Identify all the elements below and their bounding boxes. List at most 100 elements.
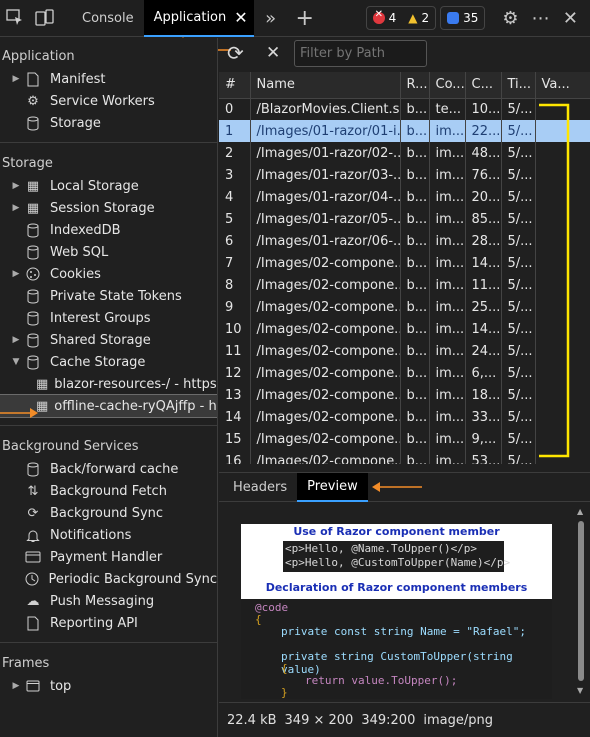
tab-application[interactable]: Application ✕ bbox=[143, 0, 254, 37]
row-content-length: 18... bbox=[465, 384, 502, 406]
row-content-type: im... bbox=[429, 230, 466, 252]
row-content-length: 22... bbox=[465, 120, 502, 142]
device-toolbar-icon[interactable] bbox=[30, 0, 60, 37]
warning-icon: ▲ bbox=[408, 11, 418, 25]
tab-headers[interactable]: Headers bbox=[223, 473, 297, 502]
add-tab-icon[interactable]: + bbox=[288, 0, 322, 37]
warning-count-badge: ▲ 2 bbox=[402, 9, 435, 27]
sidebar-item-local-storage[interactable]: ▶ ▦ Local Storage bbox=[0, 175, 217, 197]
row-time-cached: 5/... bbox=[501, 340, 536, 362]
sidebar-item-label: Storage bbox=[50, 115, 101, 131]
sidebar-item-indexeddb[interactable]: IndexedDB bbox=[0, 219, 217, 241]
row-response-type: b... bbox=[400, 208, 430, 230]
row-time-cached: 5/... bbox=[501, 428, 536, 450]
tab-preview[interactable]: Preview bbox=[297, 472, 368, 502]
more-options-icon[interactable]: ⋯ bbox=[525, 0, 555, 37]
sidebar-item-session-storage[interactable]: ▶ ▦ Session Storage bbox=[0, 197, 217, 219]
messages-badge[interactable]: 35 bbox=[440, 6, 486, 30]
preview-code-open-brace-2: { bbox=[281, 662, 288, 675]
sidebar-item-interest-groups[interactable]: Interest Groups bbox=[0, 307, 217, 329]
row-name: /Images/02-compone... bbox=[250, 274, 401, 296]
sidebar-item-payment-handler[interactable]: Payment Handler bbox=[0, 546, 217, 568]
row-index: 0 bbox=[219, 98, 251, 120]
row-index: 8 bbox=[219, 274, 251, 296]
sidebar-item-cache-storage[interactable]: ▼ Cache Storage bbox=[0, 351, 217, 373]
close-tab-icon[interactable]: ✕ bbox=[234, 8, 247, 27]
sidebar-item-private-state-tokens[interactable]: Private State Tokens bbox=[0, 285, 217, 307]
column-header-index[interactable]: # bbox=[219, 72, 251, 99]
expand-arrow-icon[interactable]: ▶ bbox=[10, 181, 22, 191]
sidebar-item-storage[interactable]: Storage bbox=[0, 112, 217, 134]
expand-arrow-icon[interactable]: ▶ bbox=[10, 681, 22, 691]
sidebar-item-service-workers[interactable]: ⚙ Service Workers bbox=[0, 90, 217, 112]
preview-heading-2: Declaration of Razor component members bbox=[265, 581, 528, 594]
column-header-vary[interactable]: Va... bbox=[535, 72, 590, 99]
column-header-content-type[interactable]: Co... bbox=[429, 72, 466, 99]
row-index: 4 bbox=[219, 186, 251, 208]
row-index: 9 bbox=[219, 296, 251, 318]
gear-icon: ⚙ bbox=[27, 93, 39, 109]
row-time-cached: 5/... bbox=[501, 98, 536, 120]
preview-scrollbar[interactable]: ▲ ▼ bbox=[577, 507, 585, 697]
row-index: 14 bbox=[219, 406, 251, 428]
row-content-length: 85... bbox=[465, 208, 502, 230]
sidebar-item-background-fetch[interactable]: ⇅ Background Fetch bbox=[0, 480, 217, 502]
row-response-type: b... bbox=[400, 186, 430, 208]
tab-console[interactable]: Console bbox=[72, 0, 144, 37]
expand-arrow-icon[interactable]: ▶ bbox=[10, 74, 22, 84]
row-response-type: b... bbox=[400, 406, 430, 428]
sidebar-item-label: top bbox=[50, 678, 72, 694]
database-icon bbox=[22, 310, 44, 326]
sidebar-item-label: blazor-resources-/ - https:/ bbox=[54, 376, 218, 392]
document-icon bbox=[22, 71, 44, 87]
column-header-name[interactable]: Name bbox=[250, 72, 401, 99]
sidebar-item-label: Local Storage bbox=[50, 178, 139, 194]
sidebar-item-web-sql[interactable]: Web SQL bbox=[0, 241, 217, 263]
sidebar-item-frame-top[interactable]: ▶ top bbox=[0, 675, 217, 697]
expand-arrow-icon[interactable]: ▶ bbox=[10, 269, 22, 279]
image-dimensions: 349 × 200 bbox=[284, 712, 354, 728]
row-content-type: im... bbox=[429, 428, 466, 450]
sidebar-item-blazor-resources[interactable]: ▦ blazor-resources-/ - https:/ bbox=[0, 373, 217, 395]
sidebar-item-background-sync[interactable]: ⟳ Background Sync bbox=[0, 502, 217, 524]
card-icon bbox=[22, 549, 44, 565]
sidebar-item-reporting-api[interactable]: Reporting API bbox=[0, 612, 217, 634]
sidebar-item-notifications[interactable]: Notifications bbox=[0, 524, 217, 546]
expand-arrow-icon[interactable]: ▶ bbox=[10, 203, 22, 213]
row-content-type: im... bbox=[429, 142, 466, 164]
sidebar-item-periodic-background-sync[interactable]: Periodic Background Sync bbox=[0, 568, 217, 590]
sidebar-item-label: Interest Groups bbox=[50, 310, 151, 326]
row-name: /Images/01-razor/06-... bbox=[250, 230, 401, 252]
column-header-content-length[interactable]: C... bbox=[465, 72, 502, 99]
sidebar-item-label: Notifications bbox=[50, 527, 132, 543]
row-response-type: b... bbox=[400, 318, 430, 340]
row-name: /Images/02-compone... bbox=[250, 340, 401, 362]
more-tabs-icon[interactable]: » bbox=[254, 0, 288, 37]
sidebar: Application ▶ Manifest ⚙ Service Workers… bbox=[0, 38, 218, 737]
settings-gear-icon[interactable]: ⚙ bbox=[495, 0, 525, 37]
expand-arrow-icon[interactable]: ▶ bbox=[10, 335, 22, 345]
inspect-element-icon[interactable] bbox=[0, 0, 30, 37]
row-index: 16 bbox=[219, 450, 251, 464]
sidebar-item-manifest[interactable]: ▶ Manifest bbox=[0, 68, 217, 90]
close-devtools-icon[interactable]: ✕ bbox=[555, 0, 585, 37]
column-header-response-type[interactable]: R... bbox=[400, 72, 430, 99]
sidebar-item-back-forward-cache[interactable]: Back/forward cache bbox=[0, 458, 217, 480]
refresh-icon[interactable]: ⟳ bbox=[227, 41, 244, 65]
row-content-type: im... bbox=[429, 208, 466, 230]
collapse-arrow-icon[interactable]: ▼ bbox=[10, 357, 22, 367]
column-header-time-cached[interactable]: Ti... bbox=[501, 72, 536, 99]
sidebar-item-label: IndexedDB bbox=[50, 222, 121, 238]
sidebar-item-cookies[interactable]: ▶ Cookies bbox=[0, 263, 217, 285]
clock-icon bbox=[22, 571, 43, 587]
table-header-row: # Name R... Co... C... Ti... Va... bbox=[219, 72, 590, 99]
warning-count: 2 bbox=[421, 11, 430, 25]
sidebar-item-push-messaging[interactable]: ☁ Push Messaging bbox=[0, 590, 217, 612]
issues-badge-group[interactable]: ✕ 4 ▲ 2 bbox=[365, 6, 437, 30]
filter-by-path-input[interactable] bbox=[294, 40, 427, 67]
sidebar-item-shared-storage[interactable]: ▶ Shared Storage bbox=[0, 329, 217, 351]
sidebar-item-label: Manifest bbox=[50, 71, 106, 87]
sidebar-item-label: Cookies bbox=[50, 266, 101, 282]
clear-icon[interactable]: ✕ bbox=[266, 43, 280, 63]
sidebar-item-label: offline-cache-ryQAjffp - ht bbox=[54, 398, 218, 414]
